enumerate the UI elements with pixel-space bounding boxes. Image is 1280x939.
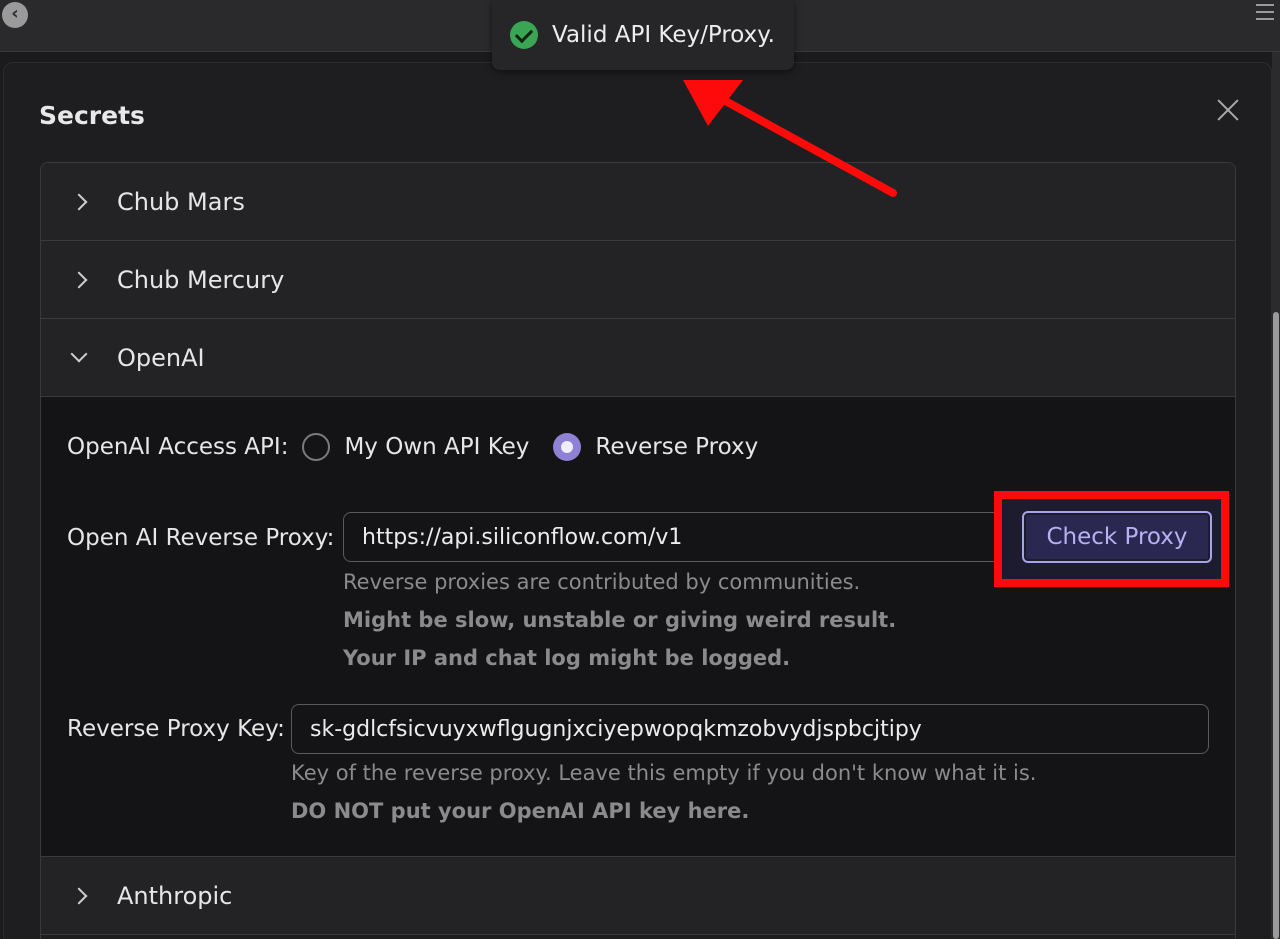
section-label: Chub Mercury [117,265,285,294]
menu-icon[interactable] [1256,4,1274,20]
secrets-modal: Secrets Chub Mars Chub Mercury OpenAI Op… [3,62,1272,939]
proxy-hint: Reverse proxies are contributed by commu… [343,570,861,594]
proxy-url-input[interactable] [343,512,1003,562]
chevron-down-icon [73,351,87,365]
access-api-row: OpenAI Access API: My Own API Key Revers… [67,433,782,461]
section-label: Chub Mars [117,187,245,216]
scrollbar[interactable] [1272,52,1280,939]
section-chub-mars[interactable]: Chub Mars [41,163,1235,241]
annotation-highlight-box: Check Proxy [994,491,1229,587]
section-label: OpenAI [117,343,205,372]
proxy-label: Open AI Reverse Proxy: [67,525,335,551]
radio-own-api-key[interactable] [302,433,331,461]
check-circle-icon [510,21,538,49]
chevron-right-icon [73,889,87,903]
proxy-key-hint: Key of the reverse proxy. Leave this emp… [291,761,1037,785]
close-icon[interactable] [1213,95,1243,125]
proxy-warning: Might be slow, unstable or giving weird … [343,608,897,632]
success-toast: Valid API Key/Proxy. [492,0,794,70]
proxy-key-input[interactable] [291,704,1209,754]
check-proxy-button[interactable]: Check Proxy [1022,511,1212,563]
modal-title: Secrets [39,101,145,130]
radio-reverse-proxy[interactable] [553,433,582,461]
radio-label-reverse-proxy[interactable]: Reverse Proxy [595,434,758,460]
openai-panel: OpenAI Access API: My Own API Key Revers… [41,397,1235,857]
access-api-label: OpenAI Access API: [67,434,289,460]
back-icon[interactable]: ‹ [2,2,28,28]
scrollbar-thumb[interactable] [1273,312,1279,939]
proxy-key-warning: DO NOT put your OpenAI API key here. [291,799,750,823]
proxy-warning: Your IP and chat log might be logged. [343,646,791,670]
proxy-key-label: Reverse Proxy Key: [67,716,285,742]
toast-message: Valid API Key/Proxy. [552,22,775,48]
section-chub-mercury[interactable]: Chub Mercury [41,241,1235,319]
secrets-accordion: Chub Mars Chub Mercury OpenAI OpenAI Acc… [40,162,1236,939]
section-label: Anthropic [117,881,233,910]
section-openai[interactable]: OpenAI [41,319,1235,397]
chevron-right-icon [73,195,87,209]
section-anthropic[interactable]: Anthropic [41,857,1235,935]
radio-label-own-api-key[interactable]: My Own API Key [344,434,529,460]
chevron-right-icon [73,273,87,287]
